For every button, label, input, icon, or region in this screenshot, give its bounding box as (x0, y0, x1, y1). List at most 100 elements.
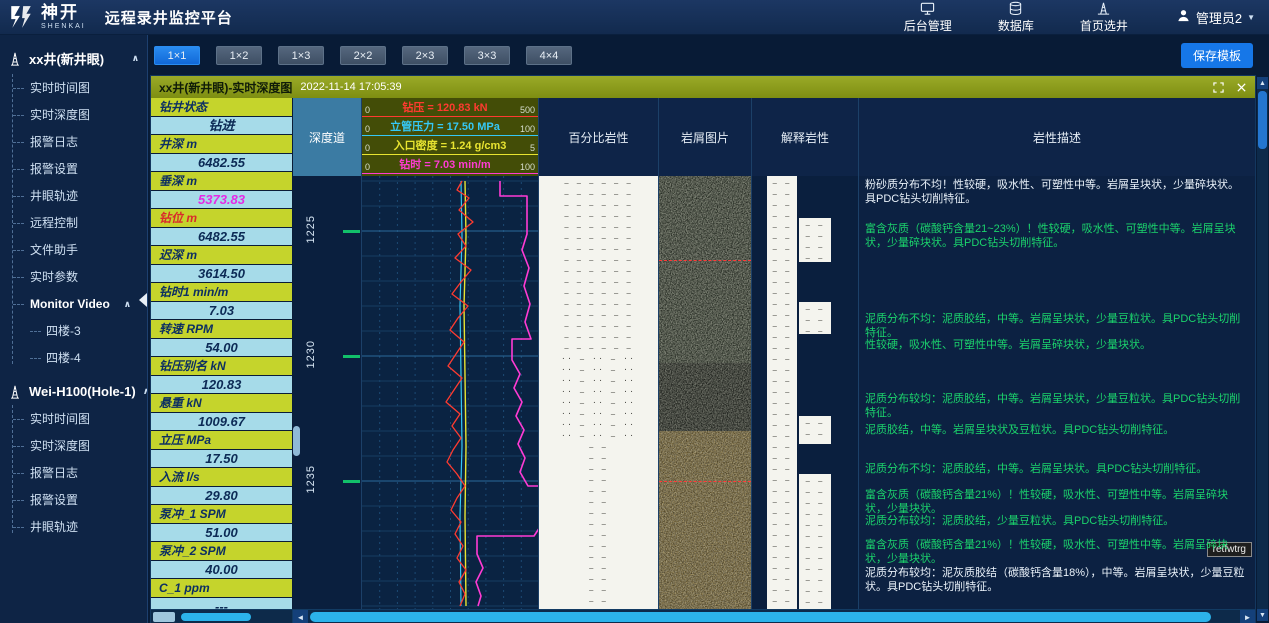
lithology-symbol-row: — — (799, 553, 831, 564)
scroll-left-arrow[interactable]: ◄ (293, 610, 308, 623)
depth-tick-mark (343, 480, 360, 483)
lithology-symbol-row: — — (539, 563, 658, 574)
params-scroll-thumb[interactable] (181, 613, 251, 621)
sidebar-item[interactable]: 报警日志 (0, 129, 147, 156)
lithology-symbol-row: — — (539, 574, 658, 585)
expand-icon[interactable] (1213, 82, 1224, 93)
layout-button-1×3[interactable]: 1×3 (278, 46, 324, 65)
lithology-symbol-row: — — (539, 464, 658, 475)
interpreted-lithology-box: — —— —— —— — (799, 218, 831, 262)
lithology-description: 泥质分布较均：泥灰质胶结（碳酸钙含量18%），中等。岩屑呈块状，少量豆粒状。具P… (865, 566, 1249, 595)
sidebar-item[interactable]: 井眼轨迹 (0, 183, 147, 210)
layout-button-3×3[interactable]: 3×3 (464, 46, 510, 65)
lithology-symbol-row: — — (539, 530, 658, 541)
lithology-symbol-row: — — — — — — (539, 178, 658, 189)
close-icon[interactable] (1236, 82, 1247, 93)
sidebar-subitem[interactable]: 四楼-3 (0, 318, 147, 345)
lithology-symbol-row: — — (799, 220, 831, 231)
lithology-symbol-row: — — (539, 607, 658, 609)
layout-button-2×2[interactable]: 2×2 (340, 46, 386, 65)
layout-button-4×4[interactable]: 4×4 (526, 46, 572, 65)
column-header-percent-lithology: 百分比岩性 (538, 98, 658, 176)
depth-marker-line (659, 260, 751, 261)
column-header-interpreted-lithology: 解释岩性 (751, 98, 858, 176)
interpreted-lithology-track: — —— —— —— —— —— —— —— —— —— —— —— —— ——… (751, 176, 858, 609)
lithology-symbol-row: — — (799, 509, 831, 520)
sidebar-item[interactable]: 实时深度图 (0, 433, 147, 460)
sidebar-item[interactable]: 实时时间图 (0, 406, 147, 433)
lithology-description: 富含灰质（碳酸钙含量21%）！性较硬，吸水性、可塑性中等。岩屑呈碎块状，少量块状… (865, 488, 1249, 517)
lithology-symbol-row: — — (799, 304, 831, 315)
lithology-description: 富含灰质（碳酸钙含量21~23%）！性较硬，吸水性、可塑性中等。岩屑呈块状，少量… (865, 222, 1249, 251)
sidebar-item[interactable]: 实时参数 (0, 264, 147, 291)
lithology-symbol-row: — — (799, 531, 831, 542)
nav-database[interactable]: 数据库 (998, 1, 1034, 34)
top-nav: 后台管理 数据库 首页选井 (904, 1, 1128, 34)
sidebar-item[interactable]: 实时深度图 (0, 102, 147, 129)
sidebar-item[interactable]: 报警日志 (0, 460, 147, 487)
well-tree: xx井(新井眼)∧实时时间图实时深度图报警日志报警设置井眼轨迹远程控制文件助手实… (0, 41, 147, 545)
interpreted-lithology-strip: — —— —— —— —— —— —— —— —— —— —— —— —— ——… (767, 176, 797, 609)
lithology-symbol-row: — — (539, 552, 658, 563)
lithology-symbol-row: — — — — — — (539, 189, 658, 200)
lithology-symbol-row: — — (767, 607, 797, 609)
sidebar-item[interactable]: 文件助手 (0, 237, 147, 264)
depth-track-header: 深度道 (293, 98, 361, 176)
param-label: 井深 m (151, 135, 292, 154)
param-value: 54.00 (151, 339, 292, 357)
derrick-icon (8, 385, 22, 399)
lithology-symbol-row: — — — — — — (539, 321, 658, 332)
param-value: 5373.83 (151, 191, 292, 209)
horizontal-scroll-thumb[interactable] (310, 612, 1211, 622)
horizontal-scrollbar: ◄ ► (293, 610, 1255, 623)
param-label: 钻压别名 kN (151, 357, 292, 376)
vertical-scroll-thumb[interactable] (1258, 91, 1267, 149)
sidebar-item[interactable]: 远程控制 (0, 210, 147, 237)
scroll-right-arrow[interactable]: ► (1240, 610, 1255, 623)
layout-button-1×1[interactable]: 1×1 (154, 46, 200, 65)
curve-scale-row: 0钻压 = 120.83 kN500 (362, 98, 538, 117)
lithology-symbol-row: — — (767, 420, 797, 431)
well-node[interactable]: Wei-H100(Hole-1)∧ (0, 376, 147, 405)
column-header-cuttings-photo: 岩屑图片 (658, 98, 751, 176)
lithology-symbol-row: — — (767, 409, 797, 420)
params-scroll-button[interactable] (153, 612, 175, 622)
lithology-symbol-row: — — (767, 497, 797, 508)
nav-well-select[interactable]: 首页选井 (1080, 1, 1128, 34)
lithology-symbol-row: — — (539, 497, 658, 508)
sidebar-collapse-handle[interactable] (139, 293, 147, 307)
layout-button-1×2[interactable]: 1×2 (216, 46, 262, 65)
param-value: --- (151, 598, 292, 609)
curve-scale-row: 0钻时 = 7.03 min/m100 (362, 155, 538, 174)
param-value: 51.00 (151, 524, 292, 542)
sidebar-item[interactable]: 报警设置 (0, 156, 147, 183)
lithology-symbol-row: — — — — — — (539, 310, 658, 321)
lithology-symbol-row: ·· — ·· — ·· (539, 376, 658, 387)
sidebar-item[interactable]: 井眼轨迹 (0, 514, 147, 541)
layout-button-2×3[interactable]: 2×3 (402, 46, 448, 65)
lithology-symbol-row: — — (767, 519, 797, 530)
scroll-up-arrow[interactable]: ▲ (1257, 77, 1268, 89)
lithology-symbol-row: — — (539, 486, 658, 497)
lithology-symbol-row: — — — — — — (539, 343, 658, 354)
lithology-symbol-row: — — (767, 596, 797, 607)
param-value: 40.00 (151, 561, 292, 579)
sidebar-item[interactable]: 实时时间图 (0, 75, 147, 102)
lithology-symbol-row: — — (767, 266, 797, 277)
column-header-lithology-description: 岩性描述 (858, 98, 1255, 176)
track-collapse-handle[interactable] (293, 426, 300, 456)
sidebar-group[interactable]: Monitor Video∧ (0, 291, 147, 318)
lithology-symbol-row: — — (767, 541, 797, 552)
nav-admin-monitor[interactable]: 后台管理 (904, 1, 952, 34)
sidebar-item[interactable]: 报警设置 (0, 487, 147, 514)
realtime-params-column: 钻井状态钻进井深 m6482.55垂深 m5373.83钻位 m6482.55迟… (151, 98, 293, 609)
scroll-down-arrow[interactable]: ▼ (1257, 609, 1268, 621)
param-label: 悬重 kN (151, 394, 292, 413)
save-template-button[interactable]: 保存模板 (1181, 43, 1253, 68)
sidebar-subitem[interactable]: 四楼-4 (0, 345, 147, 372)
well-select-icon (1096, 1, 1111, 16)
depth-tick-label: 1235 (305, 465, 317, 493)
well-node[interactable]: xx井(新井眼)∧ (0, 41, 147, 74)
user-menu[interactable]: 管理员2 ▼ (1176, 8, 1255, 27)
lithology-symbol-row: — — (767, 200, 797, 211)
